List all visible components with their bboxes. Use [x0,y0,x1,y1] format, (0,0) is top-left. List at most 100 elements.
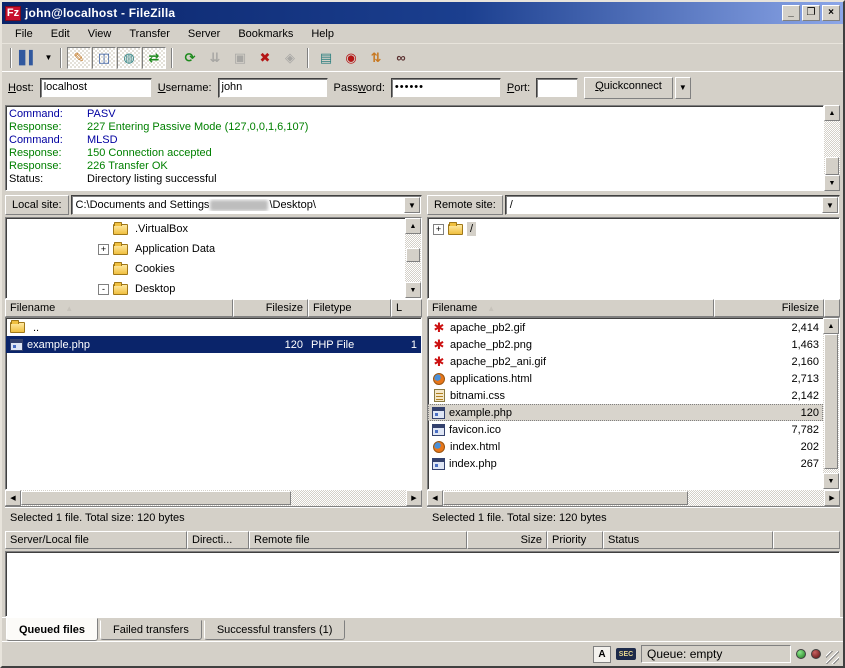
menu-file[interactable]: File [6,26,42,42]
queue-body[interactable] [5,551,840,617]
refresh-icon[interactable]: ⟳ [178,47,202,69]
file-row[interactable]: index.html202 [428,438,823,455]
file-row[interactable]: ✱apache_pb2.gif2,414 [428,319,823,336]
scrollbar-thumb[interactable] [825,157,839,175]
disconnect-icon[interactable]: ✖ [253,47,277,69]
password-input[interactable]: •••••• [391,78,501,98]
quickconnect-button[interactable]: Quickconnect [584,77,673,99]
tree-item[interactable]: Cookies [98,259,405,279]
column-size[interactable]: Size [467,531,547,549]
scrollbar-thumb[interactable] [406,248,420,262]
tree-item[interactable]: -Desktop [98,279,405,298]
scroll-left-icon[interactable]: ◀ [5,490,21,506]
chevron-down-icon[interactable]: ▼ [404,197,420,213]
tab-queued-files[interactable]: Queued files [6,618,98,641]
column-priority[interactable]: Priority [547,531,603,549]
toggle-local-tree-icon[interactable]: ◫ [92,47,116,69]
file-row[interactable]: applications.html2,713 [428,370,823,387]
tab-failed-transfers[interactable]: Failed transfers [100,620,202,640]
scrollbar-thumb[interactable] [824,334,838,469]
minimize-button[interactable]: _ [782,5,800,21]
resize-grip[interactable] [826,651,839,664]
scrollbar-thumb[interactable] [21,491,291,505]
directory-comparison-icon[interactable]: ▤ [314,47,338,69]
menu-edit[interactable]: Edit [42,26,79,42]
find-files-icon[interactable]: ∞ [389,47,413,69]
column-status[interactable]: Status [603,531,773,549]
close-button[interactable]: × [822,5,840,21]
scroll-up-icon[interactable]: ▲ [823,318,839,334]
remote-hscrollbar[interactable]: ◀ ▶ [427,490,840,506]
column-filename[interactable]: Filename▲ [427,299,714,317]
local-tree-scrollbar[interactable]: ▲ ▼ [405,218,421,298]
toggle-remote-tree-icon[interactable]: ◍ [117,47,141,69]
column-remote-file[interactable]: Remote file [249,531,467,549]
remote-list-scrollbar[interactable]: ▲ ▼ [823,318,839,489]
toggle-queue-icon[interactable]: ⇄ [142,47,166,69]
scroll-down-icon[interactable]: ▼ [824,175,840,191]
remote-site-combo[interactable]: / ▼ [505,195,840,215]
column-direction[interactable]: Directi... [187,531,249,549]
menu-view[interactable]: View [79,26,121,42]
tree-item[interactable]: +Application Data [98,239,405,259]
file-row[interactable]: ✱apache_pb2_ani.gif2,160 [428,353,823,370]
scroll-right-icon[interactable]: ▶ [406,490,422,506]
remote-status-text: Selected 1 file. Total size: 120 bytes [427,506,840,528]
file-row-parent[interactable]: .. [6,319,421,336]
sort-ascending-icon: ▲ [487,304,495,313]
menu-transfer[interactable]: Transfer [120,26,179,42]
tab-successful-transfers[interactable]: Successful transfers (1) [204,620,346,640]
column-server-local-file[interactable]: Server/Local file [5,531,187,549]
menu-help[interactable]: Help [302,26,343,42]
menu-bookmarks[interactable]: Bookmarks [229,26,302,42]
expand-icon[interactable]: + [433,224,444,235]
scroll-down-icon[interactable]: ▼ [405,282,421,298]
maximize-button[interactable]: ❐ [802,5,820,21]
cancel-icon[interactable]: ▣ [228,47,252,69]
column-last-modified[interactable]: L [391,299,422,317]
title-bar[interactable]: Fz john@localhost - FileZilla _ ❐ × [2,2,843,24]
quickconnect-dropdown[interactable]: ▼ [675,77,691,99]
scrollbar-thumb[interactable] [443,491,688,505]
scroll-down-icon[interactable]: ▼ [823,473,839,489]
file-row-selected[interactable]: example.php 120 PHP File 1 [6,336,421,353]
site-manager-icon[interactable]: ▋▍ [17,47,41,69]
log-line: Command:PASV [9,108,823,121]
scroll-up-icon[interactable]: ▲ [405,218,421,234]
filezilla-window: Fz john@localhost - FileZilla _ ❐ × File… [0,0,845,668]
scroll-right-icon[interactable]: ▶ [824,490,840,506]
process-queue-icon[interactable]: ⇊ [203,47,227,69]
sort-ascending-icon: ▲ [65,304,73,313]
host-input[interactable]: localhost [40,78,152,98]
file-row[interactable]: bitnami.css2,142 [428,387,823,404]
local-pane: Local site: C:\Documents and Settings\De… [5,194,422,528]
expand-icon[interactable]: + [98,244,109,255]
column-filename[interactable]: Filename▲ [5,299,233,317]
php-file-icon [10,339,23,351]
speed-limits-icon[interactable]: ⇅ [364,47,388,69]
collapse-icon[interactable]: - [98,284,109,295]
column-filetype[interactable]: Filetype [308,299,391,317]
local-hscrollbar[interactable]: ◀ ▶ [5,490,422,506]
toggle-message-log-icon[interactable]: ✎ [67,47,91,69]
column-filesize[interactable]: Filesize [714,299,824,317]
tree-item[interactable]: .VirtualBox [98,219,405,239]
local-site-combo[interactable]: C:\Documents and Settings\Desktop\ ▼ [71,195,422,215]
file-panes: Local site: C:\Documents and Settings\De… [2,192,843,528]
synchronized-browsing-icon[interactable]: ◉ [339,47,363,69]
file-row-selected[interactable]: example.php120 [428,404,823,421]
scroll-left-icon[interactable]: ◀ [427,490,443,506]
username-input[interactable]: john [218,78,328,98]
scroll-up-icon[interactable]: ▲ [824,105,840,121]
log-scrollbar[interactable]: ▲ ▼ [824,105,840,191]
file-row[interactable]: favicon.ico7,782 [428,421,823,438]
tree-item-selected[interactable]: +/ [433,219,839,239]
chevron-down-icon[interactable]: ▼ [822,197,838,213]
column-filesize[interactable]: Filesize [233,299,308,317]
port-input[interactable] [536,78,578,98]
menu-server[interactable]: Server [179,26,229,42]
file-row[interactable]: index.php267 [428,455,823,472]
file-row[interactable]: ✱apache_pb2.png1,463 [428,336,823,353]
site-manager-dropdown[interactable]: ▼ [42,47,55,69]
reconnect-icon[interactable]: ◈ [278,47,302,69]
